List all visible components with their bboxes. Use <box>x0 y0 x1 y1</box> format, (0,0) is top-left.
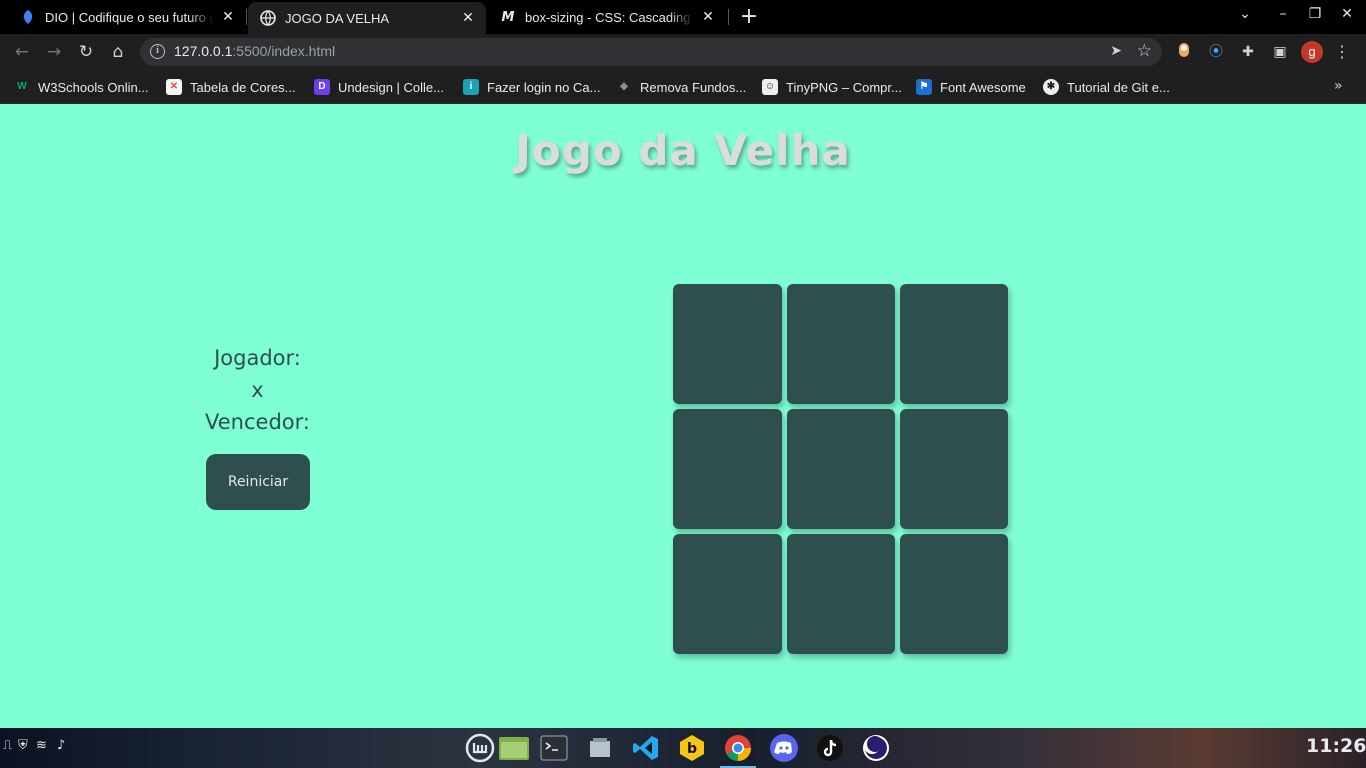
bookmark-label: Remova Fundos... <box>640 79 747 95</box>
fontawesome-icon: ⚑ <box>916 79 932 95</box>
game-info: Jogador: x Vencedor: <box>180 342 335 438</box>
tab-jogo-da-velha[interactable]: JOGO DA VELHA ✕ <box>248 2 486 34</box>
bookmark-label: Fazer login no Ca... <box>487 79 601 95</box>
bookmark-git-tutorial[interactable]: ✱ Tutorial de Git e... <box>1043 78 1170 96</box>
close-icon[interactable]: ✕ <box>460 10 476 26</box>
site-info-icon[interactable]: i <box>150 44 165 59</box>
restart-button[interactable]: Reiniciar <box>206 454 310 510</box>
board-cell-9[interactable] <box>900 534 1008 654</box>
game-board <box>673 284 1009 654</box>
game-page: Jogo da Velha Jogador: x Vencedor: Reini… <box>0 104 1366 728</box>
reload-icon[interactable]: ↻ <box>75 41 97 63</box>
bookmark-label: Undesign | Colle... <box>338 79 444 95</box>
board-cell-2[interactable] <box>787 284 895 404</box>
mdn-icon: M <box>501 9 515 25</box>
bookmark-star-icon[interactable]: ☆ <box>1137 41 1152 61</box>
board-cell-5[interactable] <box>787 409 895 529</box>
extensions-puzzle-icon[interactable]: ✚ <box>1238 42 1258 62</box>
page-title: Jogo da Velha <box>515 126 851 175</box>
bookmark-label: W3Schools Onlin... <box>38 79 149 95</box>
url-text[interactable]: 127.0.0.1:5500/index.html <box>174 43 335 59</box>
vscode-icon[interactable] <box>630 732 662 764</box>
minimize-icon[interactable]: – <box>1272 6 1294 22</box>
workspace-icon[interactable] <box>584 732 616 764</box>
extension-wave-icon[interactable]: ⦿ <box>1206 42 1226 62</box>
colors-icon: ✕ <box>166 79 182 95</box>
moon-app-icon[interactable] <box>860 732 892 764</box>
bookmark-canva[interactable]: i Fazer login no Ca... <box>463 78 600 96</box>
browser-toolbar: ← → ↻ ⌂ i 127.0.0.1:5500/index.html ➤ ☆ … <box>0 34 1366 70</box>
more-bookmarks-icon[interactable]: » <box>1334 78 1343 94</box>
wifi-icon[interactable]: ≋ <box>36 738 47 753</box>
bookmark-w3schools[interactable]: W W3Schools Onlin... <box>14 78 149 96</box>
files-icon[interactable] <box>498 732 530 764</box>
winner-label: Vencedor: <box>205 410 310 434</box>
back-icon[interactable]: ← <box>11 41 33 63</box>
tiktok-icon[interactable] <box>814 732 846 764</box>
w3schools-icon: W <box>17 81 27 92</box>
tinypng-icon: ☺ <box>762 79 778 95</box>
board-cell-1[interactable] <box>673 284 782 404</box>
address-bar[interactable]: i 127.0.0.1:5500/index.html ➤ ☆ <box>140 38 1162 66</box>
chrome-icon[interactable] <box>722 732 754 764</box>
bookmark-tabela-de-cores[interactable]: ✕ Tabela de Cores... <box>166 78 296 96</box>
tab-title: JOGO DA VELHA <box>285 10 390 26</box>
side-panel-icon[interactable]: ▣ <box>1270 42 1290 62</box>
player-label: Jogador: <box>214 346 301 370</box>
taskbar: ⎍ ⛨ ≋ ♪ b 11:26 <box>0 728 1366 768</box>
bookmark-label: Tabela de Cores... <box>190 79 296 95</box>
bookmark-tinypng[interactable]: ☺ TinyPNG – Compr... <box>762 78 902 96</box>
url-host: 127.0.0.1 <box>174 43 233 59</box>
mint-menu-icon[interactable] <box>464 732 496 764</box>
shield-icon[interactable]: ⛨ <box>18 738 28 753</box>
close-icon[interactable]: ✕ <box>700 9 716 25</box>
sound-icon[interactable]: ♪ <box>57 738 65 753</box>
forward-icon[interactable]: → <box>43 41 65 63</box>
tab-strip: DIO | Codifique o seu futuro g ✕ JOGO DA… <box>0 0 1366 34</box>
tab-dio[interactable]: DIO | Codifique o seu futuro g ✕ <box>8 0 246 34</box>
menu-dots-icon[interactable]: ⋮ <box>1334 42 1350 61</box>
terminal-icon[interactable] <box>538 732 570 764</box>
globe-icon <box>260 10 276 26</box>
board-cell-7[interactable] <box>673 534 782 654</box>
bookmark-label: Tutorial de Git e... <box>1067 79 1170 95</box>
board-cell-8[interactable] <box>787 534 895 654</box>
board-cell-3[interactable] <box>900 284 1008 404</box>
send-icon[interactable]: ➤ <box>1110 43 1122 59</box>
undesign-icon: D <box>314 79 330 95</box>
window-close-icon[interactable]: ✕ <box>1336 6 1358 22</box>
bookmarks-bar: W W3Schools Onlin... ✕ Tabela de Cores..… <box>0 70 1366 104</box>
tab-title: box-sizing - CSS: Cascading St <box>525 9 694 25</box>
board-cell-4[interactable] <box>673 409 782 529</box>
url-path: :5500/index.html <box>232 43 336 59</box>
profile-avatar[interactable]: g <box>1301 41 1323 63</box>
new-tab-button[interactable]: + <box>738 4 760 30</box>
bookmark-removebg[interactable]: ◆ Remova Fundos... <box>616 78 746 96</box>
tab-mdn[interactable]: M box-sizing - CSS: Cascading St ✕ <box>488 0 726 34</box>
tab-search-icon[interactable]: ⌄ <box>1234 6 1256 22</box>
restore-icon[interactable]: ❐ <box>1304 6 1326 22</box>
close-icon[interactable]: ✕ <box>220 9 236 25</box>
canva-icon: i <box>463 79 479 95</box>
bookmark-font-awesome[interactable]: ⚑ Font Awesome <box>916 78 1026 96</box>
discord-icon[interactable] <box>768 732 800 764</box>
home-icon[interactable]: ⌂ <box>107 41 129 63</box>
board-cell-6[interactable] <box>900 409 1008 529</box>
svg-text:b: b <box>687 741 697 757</box>
bitwarden-icon[interactable]: b <box>676 732 708 764</box>
bookmark-undesign[interactable]: D Undesign | Colle... <box>314 78 444 96</box>
bookmark-label: TinyPNG – Compr... <box>786 79 902 95</box>
dio-icon <box>20 9 36 25</box>
tab-divider <box>246 9 247 25</box>
git-icon: ✱ <box>1043 79 1059 95</box>
clock[interactable]: 11:26 <box>1306 735 1366 757</box>
extension-orange-icon[interactable] <box>1174 42 1194 62</box>
removebg-icon: ◆ <box>620 81 628 92</box>
current-player: x <box>251 378 264 402</box>
bookmark-label: Font Awesome <box>940 79 1026 95</box>
tab-divider <box>728 9 729 25</box>
tab-title: DIO | Codifique o seu futuro g <box>45 9 214 25</box>
keyboard-icon[interactable]: ⎍ <box>3 738 12 753</box>
